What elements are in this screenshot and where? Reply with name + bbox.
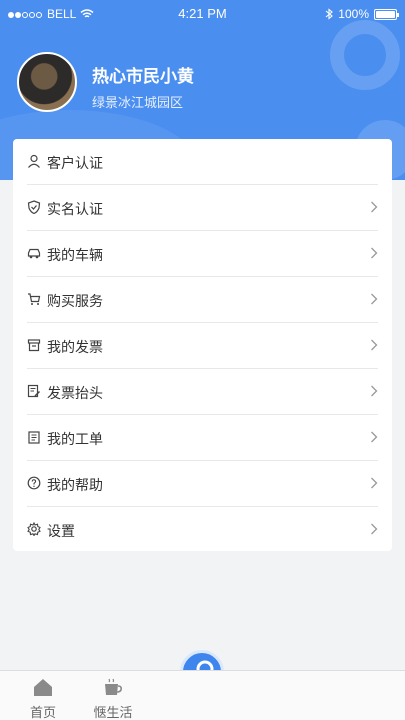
menu-item-label: 我的帮助 [47,477,103,493]
menu-item-6[interactable]: 发票抬头 [13,369,392,415]
chevron-right-icon [371,431,378,443]
battery-icon [374,8,399,20]
chevron-right-icon [371,385,378,397]
clipboard-icon [28,431,40,444]
menu-item-label: 发票抬头 [47,385,103,401]
menu-item-5[interactable]: 我的发票 [13,323,392,369]
decor-ring [330,20,400,90]
user-community: 绿景冰江城园区 [92,95,184,110]
invoice-box-icon [27,339,41,352]
tab-bar: 首页 惬生活 [0,670,405,720]
person-icon [28,154,40,168]
status-bar: BELL 4:21 PM 100% [0,0,405,26]
menu-item-3[interactable]: 我的车辆 [13,231,392,277]
menu-item-label: 设置 [47,523,75,539]
menu-item-8[interactable]: 我的帮助 [13,461,392,507]
menu-item-7[interactable]: 我的工单 [13,415,392,461]
avatar[interactable] [17,52,77,112]
tab-home[interactable]: 首页 [13,677,73,720]
menu-item-label: 我的工单 [47,431,103,447]
car-icon [27,248,41,259]
gear-icon [27,522,41,536]
menu-item-label: 我的车辆 [47,247,103,263]
menu-item-9[interactable]: 设置 [13,507,392,553]
menu-item-2[interactable]: 实名认证 [13,185,392,231]
home-icon [34,679,52,696]
chevron-right-icon [371,339,378,351]
shield-icon [27,200,41,214]
chevron-right-icon [371,247,378,259]
menu-card: 客户认证实名认证我的车辆购买服务我的发票发票抬头我的工单我的帮助设置 [13,139,392,551]
coffee-cup-icon [105,678,122,695]
battery-percent: 100% [338,7,369,21]
menu-item-label: 购买服务 [47,293,103,309]
menu-item-label: 实名认证 [47,201,103,217]
tab-home-label: 首页 [29,705,56,720]
menu-item-label: 客户认证 [47,155,103,171]
battery-fill [376,10,395,18]
chevron-right-icon [371,293,378,305]
help-circle-icon [27,476,41,490]
menu-item-1[interactable]: 客户认证 [13,139,392,185]
user-name: 热心市民小黄 [92,67,194,86]
menu-item-label: 我的发票 [47,339,103,355]
tab-life-label: 惬生活 [93,705,133,720]
tab-life[interactable]: 惬生活 [83,677,143,720]
chevron-right-icon [371,201,378,213]
cart-icon [28,293,41,305]
chevron-right-icon [371,477,378,489]
bluetooth-icon [325,8,334,20]
edit-document-icon [27,384,41,398]
menu-item-4[interactable]: 购买服务 [13,277,392,323]
chevron-right-icon [371,523,378,535]
